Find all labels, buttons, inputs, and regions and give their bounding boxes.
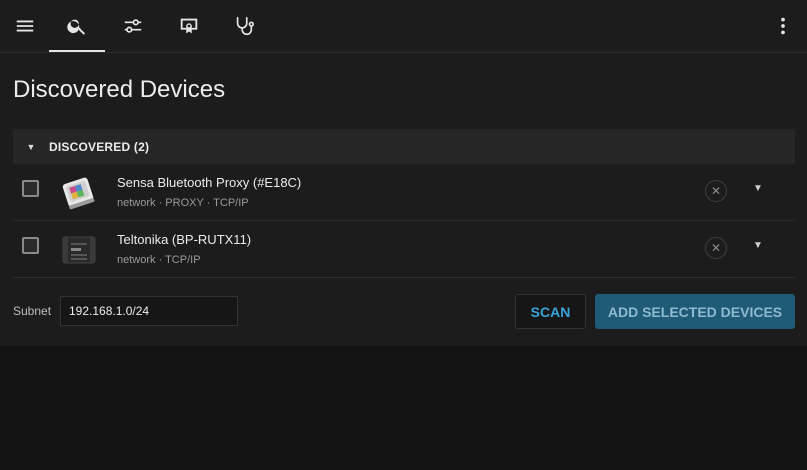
- sliders-icon[interactable]: [120, 13, 146, 39]
- close-icon: ✕: [710, 184, 722, 198]
- expand-device-icon[interactable]: ▼: [753, 240, 763, 251]
- close-icon: ✕: [710, 241, 722, 255]
- device-checkbox[interactable]: [22, 180, 39, 197]
- subnet-label: Subnet: [13, 304, 52, 318]
- device-name: Sensa Bluetooth Proxy (#E18C): [117, 175, 302, 190]
- caret-down-icon: ▼: [26, 141, 36, 152]
- device-name: Teltonika (BP-RUTX11): [117, 232, 252, 247]
- search-icon[interactable]: [64, 13, 90, 39]
- device-row: Sensa Bluetooth Proxy (#E18C) network · …: [13, 164, 795, 221]
- subnet-input[interactable]: [60, 296, 238, 326]
- page-title: Discovered Devices: [13, 76, 226, 103]
- device-thumbnail: [59, 229, 99, 269]
- device-row: Teltonika (BP-RUTX11) network · TCP/IP ✕…: [13, 221, 795, 278]
- menu-icon[interactable]: [12, 13, 38, 39]
- expand-device-icon[interactable]: ▼: [753, 183, 763, 194]
- device-meta: network · TCP/IP: [117, 254, 201, 266]
- device-thumbnail: [59, 172, 99, 212]
- toolbar: [0, 0, 807, 53]
- scan-button[interactable]: SCAN: [515, 294, 586, 329]
- stethoscope-icon[interactable]: [231, 13, 257, 39]
- certificate-icon[interactable]: [176, 13, 202, 39]
- active-tab-indicator: [49, 50, 105, 52]
- group-label: DISCOVERED (2): [49, 139, 150, 154]
- device-meta: network · PROXY · TCP/IP: [117, 197, 249, 209]
- device-checkbox[interactable]: [22, 237, 39, 254]
- add-selected-devices-button[interactable]: ADD SELECTED DEVICES: [595, 294, 795, 329]
- more-vert-icon[interactable]: [770, 13, 796, 39]
- dismiss-device-button[interactable]: ✕: [705, 237, 727, 259]
- dismiss-device-button[interactable]: ✕: [705, 180, 727, 202]
- discovered-group-header[interactable]: ▼ DISCOVERED (2): [13, 129, 795, 164]
